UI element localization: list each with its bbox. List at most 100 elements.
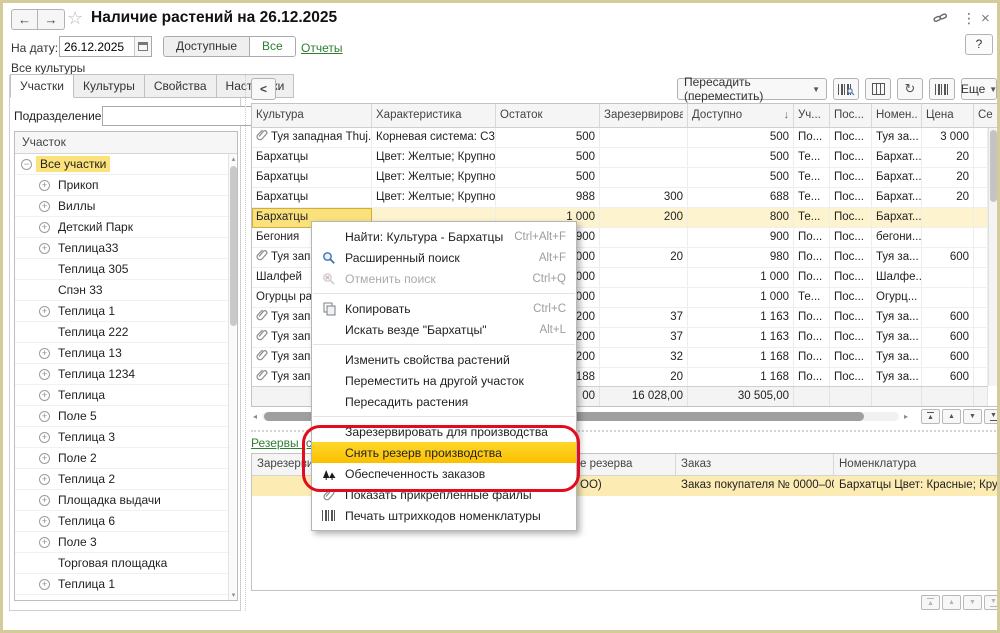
refresh-icon[interactable]: ↻ — [897, 78, 923, 100]
go-prev-row-button[interactable]: ▲ — [942, 409, 961, 424]
transplant-button[interactable]: Пересадить (переместить)▼ — [677, 78, 827, 100]
menu-item[interactable]: КопироватьCtrl+C — [312, 298, 576, 319]
tree-item[interactable]: +С — [15, 595, 228, 600]
collapse-panel-button[interactable]: < — [251, 78, 276, 100]
expand-icon[interactable]: + — [39, 180, 50, 191]
expand-icon[interactable]: + — [39, 600, 50, 601]
expand-icon[interactable]: + — [39, 369, 50, 380]
scroll-left-icon[interactable]: ◂ — [253, 412, 262, 421]
tree-scroll-thumb[interactable] — [230, 166, 237, 326]
tree-item[interactable]: +Виллы — [15, 196, 228, 217]
tree-item[interactable]: +Прикоп — [15, 175, 228, 196]
expand-icon[interactable]: + — [39, 306, 50, 317]
tree-item[interactable]: +Поле 3 — [15, 532, 228, 553]
more-menu-icon[interactable]: ⋮ — [962, 10, 976, 27]
menu-item[interactable]: Пересадить растения — [312, 391, 576, 412]
go-next-row-button[interactable]: ▼ — [963, 409, 982, 424]
tree-item[interactable]: +Поле 2 — [15, 448, 228, 469]
scroll-right-icon[interactable]: ▸ — [899, 412, 908, 421]
expand-icon[interactable]: + — [39, 243, 50, 254]
menu-item[interactable]: Показать прикрепленные файлы — [312, 484, 576, 505]
go-next-row-button[interactable]: ▼ — [963, 595, 982, 610]
menu-item[interactable]: Обеспеченность заказов — [312, 463, 576, 484]
tree-item[interactable]: +Теплица 2 — [15, 469, 228, 490]
col-nomen[interactable]: Номен... — [872, 104, 922, 127]
table-row[interactable]: БархатцыЦвет: Желтые; Крупност...9883006… — [252, 188, 988, 208]
col-pos[interactable]: Пос... — [830, 104, 872, 127]
calendar-icon[interactable] — [134, 37, 151, 56]
toggle-available[interactable]: Доступные — [164, 37, 250, 56]
col-uch[interactable]: Уч... — [794, 104, 830, 127]
menu-item[interactable]: Расширенный поискAlt+F — [312, 247, 576, 268]
expand-icon[interactable]: + — [39, 390, 50, 401]
more-button[interactable]: Еще▼ — [961, 78, 997, 100]
expand-icon[interactable]: + — [39, 474, 50, 485]
forward-arrow-button[interactable]: → — [38, 9, 65, 30]
close-icon[interactable]: × — [981, 10, 990, 27]
tree-item[interactable]: +Теплица 1 — [15, 301, 228, 322]
go-first-row-button[interactable]: ▲ — [921, 595, 940, 610]
go-first-row-button[interactable]: ▲ — [921, 409, 940, 424]
expand-icon[interactable]: + — [39, 411, 50, 422]
table-row[interactable]: БархатцыЦвет: Желтые; Крупност...500500Т… — [252, 148, 988, 168]
tab-cultures[interactable]: Культуры — [74, 74, 145, 98]
col-available[interactable]: Доступно↓ — [688, 104, 794, 127]
menu-item[interactable]: Искать везде "Бархатцы"Alt+L — [312, 319, 576, 340]
tree-item[interactable]: +Теплица 3 — [15, 427, 228, 448]
col-characteristic[interactable]: Характеристика — [372, 104, 496, 127]
col-order[interactable]: Заказ — [676, 454, 834, 475]
col-reserved[interactable]: Зарезервировано — [600, 104, 688, 127]
tree-item[interactable]: +Теплица 1234 — [15, 364, 228, 385]
tree-item[interactable]: +Теплица33 — [15, 238, 228, 259]
collapse-icon[interactable]: − — [21, 159, 32, 170]
date-input[interactable] — [60, 37, 134, 56]
menu-item[interactable]: Переместить на другой участок — [312, 370, 576, 391]
col-price[interactable]: Цена — [922, 104, 974, 127]
expand-icon[interactable]: + — [39, 201, 50, 212]
tree-item[interactable]: +Теплица 13 — [15, 343, 228, 364]
panel-splitter[interactable] — [245, 75, 246, 611]
help-button[interactable]: ? — [965, 34, 993, 55]
col-season[interactable]: Се... — [974, 104, 998, 127]
table-row[interactable]: БархатцыЦвет: Желтые; Крупност...500500Т… — [252, 168, 988, 188]
expand-icon[interactable]: + — [39, 495, 50, 506]
tree-item[interactable]: +Теплица 222 — [15, 322, 228, 343]
barcode-icon[interactable] — [929, 78, 955, 100]
vertical-scrollbar[interactable] — [988, 128, 998, 386]
col-culture[interactable]: Культура — [252, 104, 372, 127]
back-arrow-button[interactable]: ← — [11, 9, 38, 30]
table-row[interactable]: Туя западная Thuj...Корневая система: С3… — [252, 128, 988, 148]
tab-plots[interactable]: Участки — [10, 74, 74, 98]
get-link-icon[interactable] — [933, 12, 948, 28]
tree-item[interactable]: +Площадка выдачи — [15, 490, 228, 511]
toggle-all[interactable]: Все — [250, 37, 295, 56]
tree-item[interactable]: −Все участки — [15, 154, 228, 175]
expand-icon[interactable]: + — [39, 579, 50, 590]
menu-item[interactable]: Изменить свойства растений — [312, 349, 576, 370]
tree-header[interactable]: Участок — [15, 132, 237, 154]
col-nomenclature[interactable]: Номенклатура — [834, 454, 998, 475]
expand-icon[interactable]: + — [39, 432, 50, 443]
expand-icon[interactable]: + — [39, 222, 50, 233]
menu-item[interactable]: Снять резерв производства — [312, 442, 576, 463]
reports-link[interactable]: Отчеты — [301, 41, 342, 55]
menu-item[interactable]: Найти: Культура - БархатцыCtrl+Alt+F — [312, 226, 576, 247]
date-field[interactable] — [59, 36, 152, 57]
tree-item[interactable]: +Теплица 1 — [15, 574, 228, 595]
expand-icon[interactable]: + — [39, 348, 50, 359]
favorite-star-icon[interactable]: ☆ — [67, 8, 83, 29]
tree-item[interactable]: +Детский Парк — [15, 217, 228, 238]
menu-item[interactable]: Отменить поискCtrl+Q — [312, 268, 576, 289]
tree-item[interactable]: +Теплица — [15, 385, 228, 406]
go-prev-row-button[interactable]: ▲ — [942, 595, 961, 610]
expand-icon[interactable]: + — [39, 537, 50, 548]
tree-item[interactable]: +Спэн 33 — [15, 280, 228, 301]
columns-icon[interactable] — [865, 78, 891, 100]
expand-icon[interactable]: + — [39, 516, 50, 527]
subdivision-input[interactable] — [103, 107, 264, 125]
go-last-row-button[interactable]: ▼ — [984, 595, 1000, 610]
tree-item[interactable]: +Теплица 305 — [15, 259, 228, 280]
tree-item[interactable]: +Торговая площадка — [15, 553, 228, 574]
tree-item[interactable]: +Поле 5 — [15, 406, 228, 427]
scroll-down-icon[interactable]: ▾ — [229, 591, 238, 599]
